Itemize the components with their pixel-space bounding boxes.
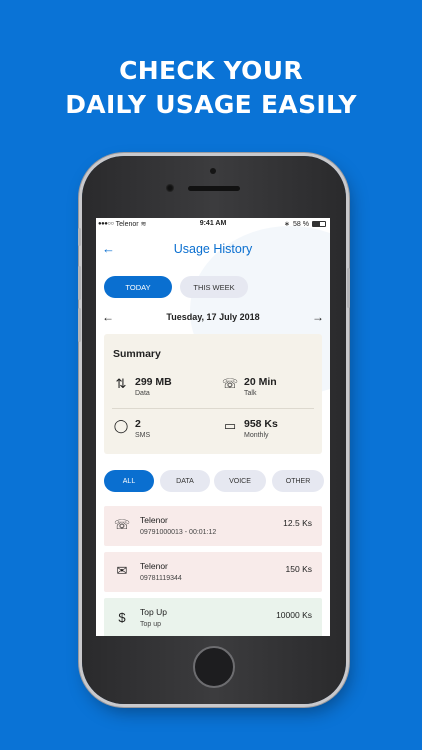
envelope-icon: ✉ [116,563,128,578]
filter-voice[interactable]: VOICE [214,470,266,492]
status-right: ∗ 58 % [284,220,326,228]
talk-label: Talk [244,390,257,397]
data-value: 299 MB [135,376,172,388]
home-button [193,646,235,688]
bluetooth-icon: ∗ [284,221,291,228]
promo-headline: CHECK YOUR DAILY USAGE EASILY [0,54,422,122]
front-camera [166,184,174,192]
transaction-name: Top Up [140,607,167,617]
headline-line-1: CHECK YOUR [119,56,303,85]
filter-data[interactable]: DATA [160,470,210,492]
status-bar: ●●●○○ Telenor ≋ 9:41 AM ∗ 58 % [96,218,330,230]
wallet-icon: ▭ [223,418,237,433]
summary-card: Summary ⇅ 299 MB Data ☏ 20 Min Talk ◯ 2 … [104,334,322,454]
transaction-row[interactable]: ✉ Telenor 09781119344 150 Ks [104,552,322,592]
page-title: Usage History [173,242,253,256]
mute-switch [78,228,81,246]
volume-up-button [78,266,81,300]
power-button [347,268,350,308]
app-screen: ●●●○○ Telenor ≋ 9:41 AM ∗ 58 % ← Usage H… [96,218,330,636]
transaction-name: Telenor [140,561,168,571]
tab-this-week[interactable]: THIS WEEK [180,276,248,298]
transaction-row[interactable]: ☏ Telenor 09791000013 - 00:01:12 12.5 Ks [104,506,322,546]
data-label: Data [135,390,150,397]
data-transfer-icon: ⇅ [115,376,127,391]
navigation-bar: ← Usage History [96,238,330,260]
phone-icon: ☏ [113,517,131,532]
selected-date: Tuesday, 17 July 2018 [166,312,260,322]
volume-down-button [78,308,81,342]
filter-all[interactable]: ALL [104,470,154,492]
summary-talk: ☏ 20 Min Talk [222,376,277,397]
summary-divider [112,408,314,409]
sms-label: SMS [135,432,151,439]
transaction-name: Telenor [140,515,168,525]
summary-monthly: ▭ 958 Ks Monthly [222,418,278,439]
summary-title: Summary [113,348,161,360]
headline-line-2: DAILY USAGE EASILY [65,90,357,119]
summary-sms: ◯ 2 SMS [113,418,150,439]
monthly-value: 958 Ks [244,418,278,430]
phone-icon: ☏ [221,376,239,391]
date-navigator: ← Tuesday, 17 July 2018 → [96,310,330,326]
transaction-amount: 12.5 Ks [283,518,312,528]
summary-data: ⇅ 299 MB Data [113,376,172,397]
earpiece-speaker [188,186,240,191]
transaction-amount: 10000 Ks [276,610,312,620]
transaction-amount: 150 Ks [285,564,312,574]
phone-frame: ●●●○○ Telenor ≋ 9:41 AM ∗ 58 % ← Usage H… [78,156,350,704]
talk-value: 20 Min [244,376,277,388]
next-day-arrow-icon[interactable]: → [312,310,324,324]
proximity-sensor [210,168,216,174]
battery-icon [312,221,326,227]
transaction-detail: 09791000013 - 00:01:12 [140,529,217,536]
transaction-detail: 09781119344 [140,575,182,582]
transaction-row[interactable]: $ Top Up Top up 10000 Ks [104,598,322,636]
dollar-icon: $ [118,609,126,625]
tab-today[interactable]: TODAY [104,276,172,298]
battery-percent: 58 % [293,220,309,228]
filter-other[interactable]: OTHER [272,470,324,492]
monthly-label: Monthly [244,432,269,439]
sms-value: 2 [135,418,141,430]
chat-bubble-icon: ◯ [113,418,129,433]
transaction-detail: Top up [140,621,162,628]
